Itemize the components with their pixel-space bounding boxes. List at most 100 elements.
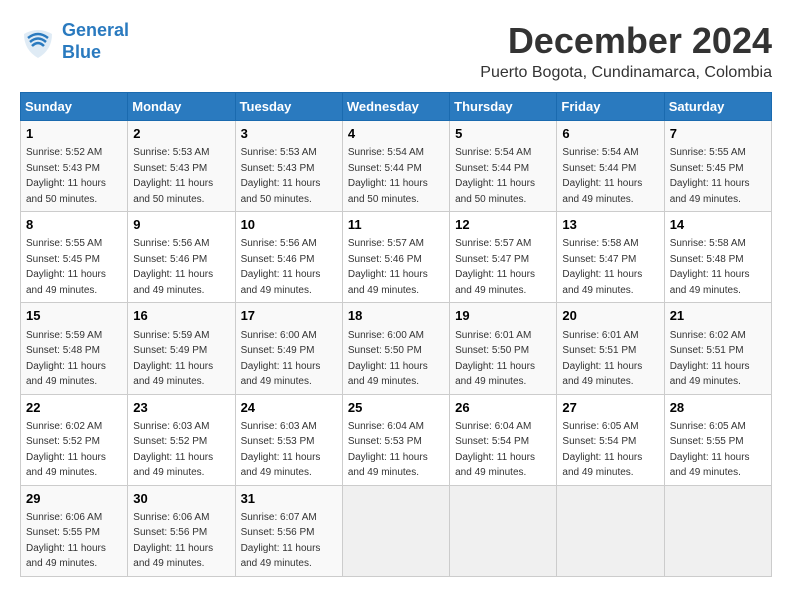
- day-number: 24: [241, 399, 337, 417]
- calendar-cell: 14 Sunrise: 5:58 AMSunset: 5:48 PMDaylig…: [664, 212, 771, 303]
- day-info: Sunrise: 5:54 AMSunset: 5:44 PMDaylight:…: [562, 147, 642, 205]
- calendar-cell: 8 Sunrise: 5:55 AMSunset: 5:45 PMDayligh…: [21, 212, 128, 303]
- day-info: Sunrise: 5:55 AMSunset: 5:45 PMDaylight:…: [670, 147, 750, 205]
- header: General Blue December 2024 Puerto Bogota…: [20, 20, 772, 82]
- day-number: 18: [348, 307, 444, 325]
- day-info: Sunrise: 5:52 AMSunset: 5:43 PMDaylight:…: [26, 147, 106, 205]
- calendar-cell: 16 Sunrise: 5:59 AMSunset: 5:49 PMDaylig…: [128, 303, 235, 394]
- calendar-cell: 19 Sunrise: 6:01 AMSunset: 5:50 PMDaylig…: [450, 303, 557, 394]
- day-info: Sunrise: 5:53 AMSunset: 5:43 PMDaylight:…: [133, 147, 213, 205]
- day-info: Sunrise: 6:05 AMSunset: 5:54 PMDaylight:…: [562, 421, 642, 479]
- day-number: 5: [455, 125, 551, 143]
- day-number: 11: [348, 216, 444, 234]
- day-number: 17: [241, 307, 337, 325]
- calendar-cell: 2 Sunrise: 5:53 AMSunset: 5:43 PMDayligh…: [128, 121, 235, 212]
- day-number: 15: [26, 307, 122, 325]
- day-info: Sunrise: 6:01 AMSunset: 5:51 PMDaylight:…: [562, 330, 642, 388]
- calendar-week-row: 29 Sunrise: 6:06 AMSunset: 5:55 PMDaylig…: [21, 485, 772, 576]
- logo-line2: Blue: [62, 42, 101, 62]
- day-number: 3: [241, 125, 337, 143]
- calendar-cell: 13 Sunrise: 5:58 AMSunset: 5:47 PMDaylig…: [557, 212, 664, 303]
- calendar-cell: 25 Sunrise: 6:04 AMSunset: 5:53 PMDaylig…: [342, 394, 449, 485]
- subtitle: Puerto Bogota, Cundinamarca, Colombia: [480, 64, 772, 82]
- day-info: Sunrise: 5:57 AMSunset: 5:46 PMDaylight:…: [348, 238, 428, 296]
- col-header-monday: Monday: [128, 93, 235, 121]
- day-info: Sunrise: 6:03 AMSunset: 5:52 PMDaylight:…: [133, 421, 213, 479]
- day-info: Sunrise: 6:02 AMSunset: 5:52 PMDaylight:…: [26, 421, 106, 479]
- day-number: 4: [348, 125, 444, 143]
- day-info: Sunrise: 5:55 AMSunset: 5:45 PMDaylight:…: [26, 238, 106, 296]
- calendar-cell: 1 Sunrise: 5:52 AMSunset: 5:43 PMDayligh…: [21, 121, 128, 212]
- calendar-cell: 29 Sunrise: 6:06 AMSunset: 5:55 PMDaylig…: [21, 485, 128, 576]
- day-number: 14: [670, 216, 766, 234]
- col-header-sunday: Sunday: [21, 93, 128, 121]
- day-number: 13: [562, 216, 658, 234]
- calendar-cell: [342, 485, 449, 576]
- calendar-cell: 30 Sunrise: 6:06 AMSunset: 5:56 PMDaylig…: [128, 485, 235, 576]
- calendar-cell: 26 Sunrise: 6:04 AMSunset: 5:54 PMDaylig…: [450, 394, 557, 485]
- calendar-week-row: 8 Sunrise: 5:55 AMSunset: 5:45 PMDayligh…: [21, 212, 772, 303]
- calendar-cell: 24 Sunrise: 6:03 AMSunset: 5:53 PMDaylig…: [235, 394, 342, 485]
- calendar-table: SundayMondayTuesdayWednesdayThursdayFrid…: [20, 92, 772, 577]
- day-info: Sunrise: 5:59 AMSunset: 5:49 PMDaylight:…: [133, 330, 213, 388]
- day-info: Sunrise: 6:05 AMSunset: 5:55 PMDaylight:…: [670, 421, 750, 479]
- day-number: 26: [455, 399, 551, 417]
- col-header-saturday: Saturday: [664, 93, 771, 121]
- day-info: Sunrise: 6:04 AMSunset: 5:53 PMDaylight:…: [348, 421, 428, 479]
- day-info: Sunrise: 5:54 AMSunset: 5:44 PMDaylight:…: [455, 147, 535, 205]
- calendar-cell: [450, 485, 557, 576]
- day-info: Sunrise: 6:01 AMSunset: 5:50 PMDaylight:…: [455, 330, 535, 388]
- calendar-cell: 20 Sunrise: 6:01 AMSunset: 5:51 PMDaylig…: [557, 303, 664, 394]
- day-info: Sunrise: 5:57 AMSunset: 5:47 PMDaylight:…: [455, 238, 535, 296]
- calendar-week-row: 22 Sunrise: 6:02 AMSunset: 5:52 PMDaylig…: [21, 394, 772, 485]
- day-number: 10: [241, 216, 337, 234]
- day-info: Sunrise: 5:53 AMSunset: 5:43 PMDaylight:…: [241, 147, 321, 205]
- calendar-cell: 6 Sunrise: 5:54 AMSunset: 5:44 PMDayligh…: [557, 121, 664, 212]
- logo-text: General Blue: [62, 20, 129, 63]
- day-info: Sunrise: 5:54 AMSunset: 5:44 PMDaylight:…: [348, 147, 428, 205]
- day-number: 19: [455, 307, 551, 325]
- main-title: December 2024: [480, 20, 772, 62]
- day-number: 25: [348, 399, 444, 417]
- calendar-cell: 15 Sunrise: 5:59 AMSunset: 5:48 PMDaylig…: [21, 303, 128, 394]
- calendar-cell: 28 Sunrise: 6:05 AMSunset: 5:55 PMDaylig…: [664, 394, 771, 485]
- day-number: 20: [562, 307, 658, 325]
- day-info: Sunrise: 6:04 AMSunset: 5:54 PMDaylight:…: [455, 421, 535, 479]
- day-number: 28: [670, 399, 766, 417]
- day-number: 2: [133, 125, 229, 143]
- title-area: December 2024 Puerto Bogota, Cundinamarc…: [480, 20, 772, 82]
- day-info: Sunrise: 5:56 AMSunset: 5:46 PMDaylight:…: [241, 238, 321, 296]
- calendar-cell: 18 Sunrise: 6:00 AMSunset: 5:50 PMDaylig…: [342, 303, 449, 394]
- day-number: 31: [241, 490, 337, 508]
- col-header-tuesday: Tuesday: [235, 93, 342, 121]
- calendar-cell: 4 Sunrise: 5:54 AMSunset: 5:44 PMDayligh…: [342, 121, 449, 212]
- day-number: 6: [562, 125, 658, 143]
- calendar-header-row: SundayMondayTuesdayWednesdayThursdayFrid…: [21, 93, 772, 121]
- calendar-cell: 27 Sunrise: 6:05 AMSunset: 5:54 PMDaylig…: [557, 394, 664, 485]
- calendar-cell: 23 Sunrise: 6:03 AMSunset: 5:52 PMDaylig…: [128, 394, 235, 485]
- day-number: 8: [26, 216, 122, 234]
- day-info: Sunrise: 6:02 AMSunset: 5:51 PMDaylight:…: [670, 330, 750, 388]
- calendar-cell: 17 Sunrise: 6:00 AMSunset: 5:49 PMDaylig…: [235, 303, 342, 394]
- calendar-cell: 9 Sunrise: 5:56 AMSunset: 5:46 PMDayligh…: [128, 212, 235, 303]
- day-number: 12: [455, 216, 551, 234]
- day-number: 1: [26, 125, 122, 143]
- calendar-cell: [557, 485, 664, 576]
- col-header-thursday: Thursday: [450, 93, 557, 121]
- day-number: 23: [133, 399, 229, 417]
- col-header-friday: Friday: [557, 93, 664, 121]
- day-info: Sunrise: 6:06 AMSunset: 5:55 PMDaylight:…: [26, 512, 106, 570]
- day-info: Sunrise: 5:56 AMSunset: 5:46 PMDaylight:…: [133, 238, 213, 296]
- calendar-cell: [664, 485, 771, 576]
- day-number: 9: [133, 216, 229, 234]
- day-info: Sunrise: 5:58 AMSunset: 5:48 PMDaylight:…: [670, 238, 750, 296]
- calendar-cell: 7 Sunrise: 5:55 AMSunset: 5:45 PMDayligh…: [664, 121, 771, 212]
- day-info: Sunrise: 6:07 AMSunset: 5:56 PMDaylight:…: [241, 512, 321, 570]
- logo-line1: General: [62, 20, 129, 40]
- calendar-cell: 12 Sunrise: 5:57 AMSunset: 5:47 PMDaylig…: [450, 212, 557, 303]
- calendar-week-row: 1 Sunrise: 5:52 AMSunset: 5:43 PMDayligh…: [21, 121, 772, 212]
- logo-icon: [20, 24, 56, 60]
- calendar-cell: 5 Sunrise: 5:54 AMSunset: 5:44 PMDayligh…: [450, 121, 557, 212]
- day-number: 27: [562, 399, 658, 417]
- day-info: Sunrise: 6:06 AMSunset: 5:56 PMDaylight:…: [133, 512, 213, 570]
